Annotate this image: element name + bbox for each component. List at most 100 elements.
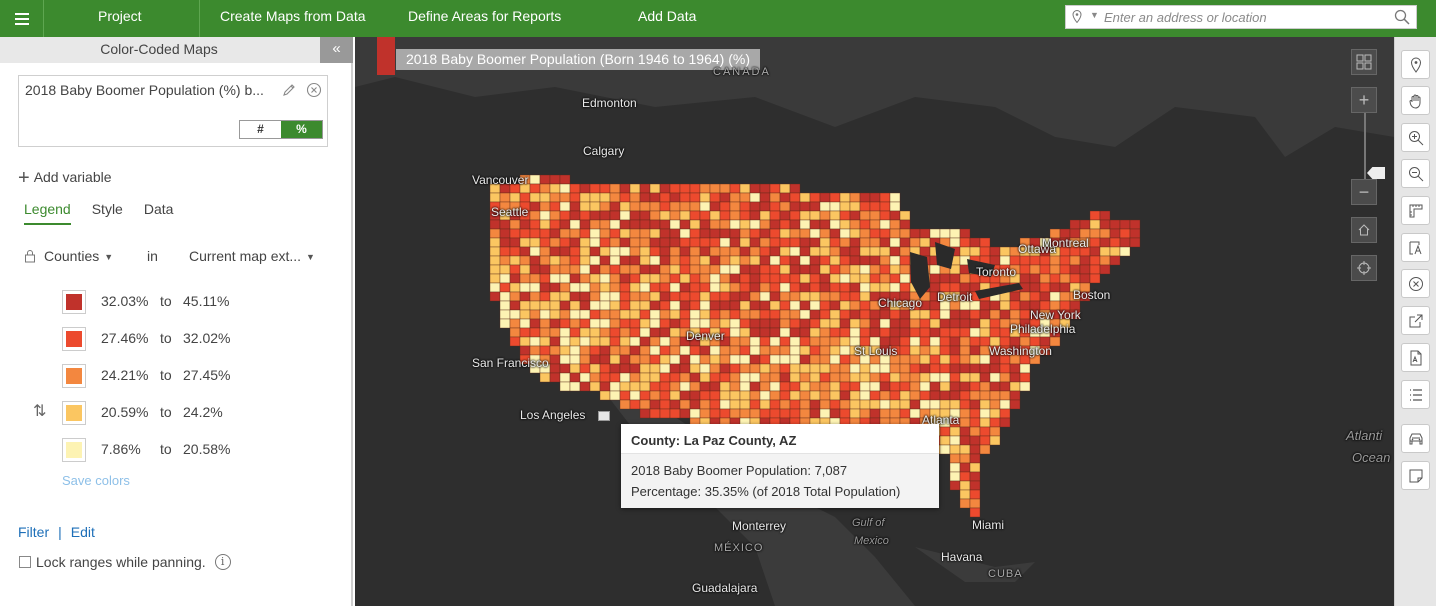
county-cell[interactable]	[699, 291, 711, 302]
county-cell[interactable]	[729, 318, 741, 329]
county-cell[interactable]	[999, 300, 1011, 311]
county-cell[interactable]	[819, 210, 831, 221]
county-cell[interactable]	[579, 228, 591, 239]
county-cell[interactable]	[909, 345, 921, 356]
county-cell[interactable]	[819, 246, 831, 257]
location-pin-icon[interactable]	[1072, 10, 1082, 23]
county-cell[interactable]	[629, 345, 641, 356]
county-cell[interactable]	[539, 174, 551, 185]
county-cell[interactable]	[579, 219, 591, 230]
tool-share[interactable]	[1401, 306, 1430, 335]
county-cell[interactable]	[519, 192, 531, 203]
county-cell[interactable]	[859, 390, 871, 401]
county-cell[interactable]	[929, 372, 941, 383]
county-cell[interactable]	[899, 399, 911, 410]
county-cell[interactable]	[519, 246, 531, 257]
county-cell[interactable]	[909, 381, 921, 392]
county-cell[interactable]	[549, 282, 561, 293]
county-cell[interactable]	[929, 309, 941, 320]
county-cell[interactable]	[979, 444, 991, 455]
county-cell[interactable]	[1049, 255, 1061, 266]
county-cell[interactable]	[959, 327, 971, 338]
county-cell[interactable]	[679, 390, 691, 401]
county-cell[interactable]	[629, 318, 641, 329]
county-cell[interactable]	[1089, 219, 1101, 230]
tool-measure[interactable]	[1401, 196, 1430, 225]
county-cell[interactable]	[969, 237, 981, 248]
county-cell[interactable]	[1099, 237, 1111, 248]
county-cell[interactable]	[899, 228, 911, 239]
county-cell[interactable]	[959, 246, 971, 257]
county-cell[interactable]	[629, 264, 641, 275]
county-cell[interactable]	[839, 318, 851, 329]
county-cell[interactable]	[959, 453, 971, 464]
county-cell[interactable]	[669, 228, 681, 239]
county-cell[interactable]	[729, 183, 741, 194]
county-cell[interactable]	[939, 390, 951, 401]
tool-pin[interactable]	[1401, 50, 1430, 79]
county-cell[interactable]	[819, 336, 831, 347]
county-cell[interactable]	[829, 300, 841, 311]
county-cell[interactable]	[619, 291, 631, 302]
county-cell[interactable]	[859, 201, 871, 212]
county-cell[interactable]	[659, 192, 671, 203]
county-cell[interactable]	[609, 255, 621, 266]
county-cell[interactable]	[689, 354, 701, 365]
county-cell[interactable]	[899, 210, 911, 221]
county-cell[interactable]	[859, 255, 871, 266]
county-cell[interactable]	[779, 372, 791, 383]
county-cell[interactable]	[819, 219, 831, 230]
county-cell[interactable]	[789, 273, 801, 284]
county-cell[interactable]	[1109, 237, 1121, 248]
county-cell[interactable]	[509, 246, 521, 257]
county-cell[interactable]	[609, 282, 621, 293]
county-cell[interactable]	[889, 219, 901, 230]
county-cell[interactable]	[499, 192, 511, 203]
county-cell[interactable]	[1009, 381, 1021, 392]
county-cell[interactable]	[729, 210, 741, 221]
county-cell[interactable]	[549, 264, 561, 275]
county-cell[interactable]	[629, 228, 641, 239]
county-cell[interactable]	[589, 363, 601, 374]
county-cell[interactable]	[749, 255, 761, 266]
county-cell[interactable]	[579, 237, 591, 248]
county-cell[interactable]	[749, 372, 761, 383]
county-cell[interactable]	[699, 183, 711, 194]
county-cell[interactable]	[669, 336, 681, 347]
county-cell[interactable]	[689, 318, 701, 329]
county-cell[interactable]	[859, 381, 871, 392]
county-cell[interactable]	[589, 255, 601, 266]
county-cell[interactable]	[639, 237, 651, 248]
county-cell[interactable]	[849, 372, 861, 383]
county-cell[interactable]	[1099, 210, 1111, 221]
county-cell[interactable]	[599, 237, 611, 248]
county-cell[interactable]	[979, 318, 991, 329]
home-button[interactable]	[1351, 217, 1377, 243]
county-cell[interactable]	[809, 399, 821, 410]
county-cell[interactable]	[649, 183, 661, 194]
county-cell[interactable]	[919, 399, 931, 410]
county-cell[interactable]	[809, 192, 821, 203]
county-cell[interactable]	[1049, 282, 1061, 293]
county-cell[interactable]	[1069, 255, 1081, 266]
county-cell[interactable]	[599, 336, 611, 347]
collapse-panel-button[interactable]: «	[320, 37, 353, 63]
locate-button[interactable]	[1351, 255, 1377, 281]
county-cell[interactable]	[629, 354, 641, 365]
county-cell[interactable]	[809, 300, 821, 311]
county-cell[interactable]	[749, 399, 761, 410]
county-cell[interactable]	[929, 327, 941, 338]
county-cell[interactable]	[699, 354, 711, 365]
county-cell[interactable]	[509, 219, 521, 230]
county-cell[interactable]	[689, 345, 701, 356]
county-cell[interactable]	[919, 345, 931, 356]
county-cell[interactable]	[959, 237, 971, 248]
county-cell[interactable]	[979, 237, 991, 248]
county-cell[interactable]	[589, 210, 601, 221]
county-cell[interactable]	[639, 336, 651, 347]
county-cell[interactable]	[709, 345, 721, 356]
county-cell[interactable]	[899, 219, 911, 230]
county-cell[interactable]	[899, 408, 911, 419]
county-cell[interactable]	[839, 282, 851, 293]
county-cell[interactable]	[839, 399, 851, 410]
